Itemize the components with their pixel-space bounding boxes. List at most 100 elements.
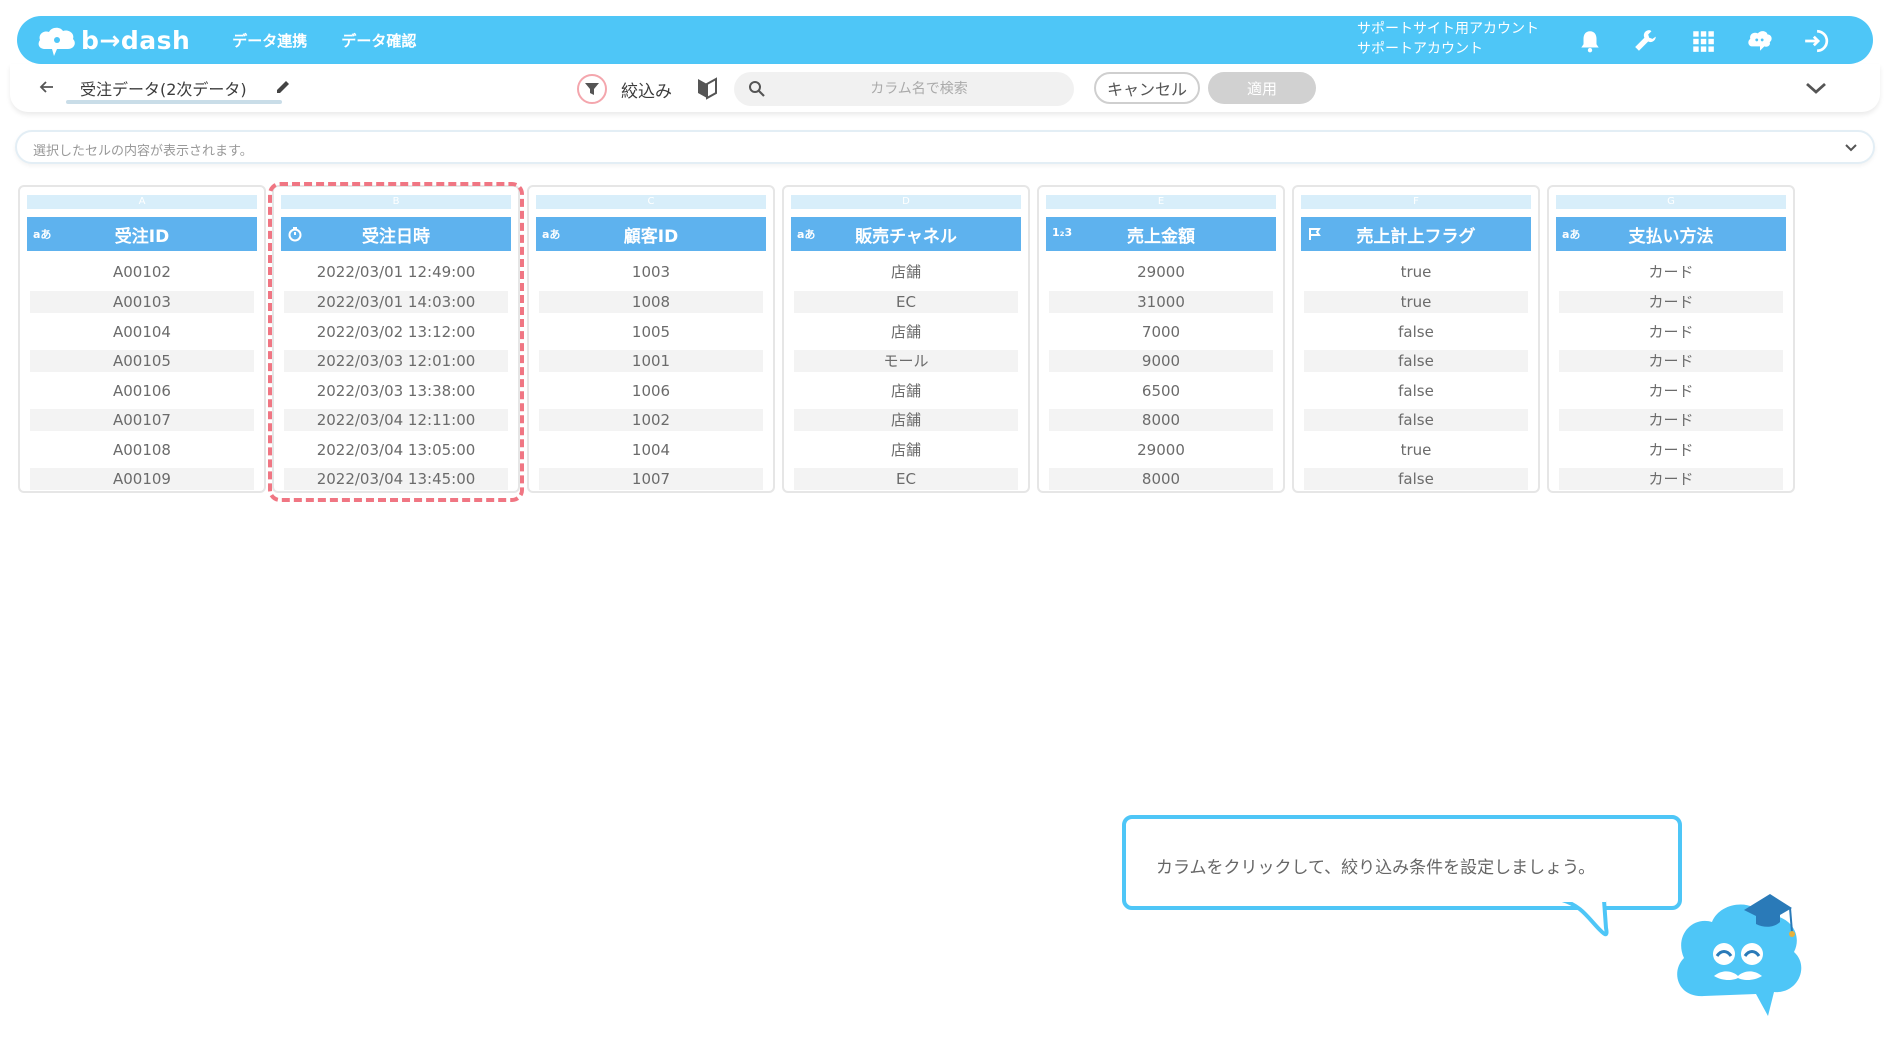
table-cell[interactable]: カード <box>1559 439 1783 461</box>
table-cell[interactable]: A00104 <box>30 321 254 343</box>
column-name: 支払い方法 <box>1628 226 1714 247</box>
dataset-name[interactable]: 受注データ(2次データ) <box>80 76 247 100</box>
table-cell[interactable]: 1006 <box>539 380 763 402</box>
table-cell[interactable]: false <box>1304 380 1528 402</box>
column-header[interactable]: aあ 受注ID <box>27 217 257 251</box>
cell-content-placeholder: 選択したセルの内容が表示されます。 <box>33 144 253 159</box>
column-f[interactable]: F 売上計上フラグ true true false false false false true… <box>1292 185 1540 493</box>
table-cell[interactable]: 店舗 <box>794 439 1018 461</box>
table-cell[interactable]: A00105 <box>30 350 254 372</box>
table-cell[interactable]: 1008 <box>539 291 763 313</box>
chevron-down-icon[interactable] <box>1843 141 1859 155</box>
table-cell[interactable]: 8000 <box>1049 468 1273 490</box>
chevron-down-icon[interactable] <box>1804 78 1828 98</box>
table-cell[interactable]: false <box>1304 350 1528 372</box>
nav-data-check[interactable]: データ確認 <box>341 30 416 51</box>
back-arrow-icon[interactable] <box>38 78 56 96</box>
filter-button[interactable] <box>577 74 607 104</box>
logo-text: b→dash <box>81 25 191 55</box>
column-header[interactable]: aあ 販売チャネル <box>791 217 1021 251</box>
column-header[interactable]: aあ 顧客ID <box>536 217 766 251</box>
table-cell[interactable]: 1005 <box>539 321 763 343</box>
wrench-icon[interactable] <box>1631 26 1661 56</box>
chat-icon[interactable] <box>1745 26 1775 56</box>
table-cell[interactable]: 8000 <box>1049 409 1273 431</box>
column-d[interactable]: Daあ 販売チャネル 店舗 EC 店舗 モール 店舗 店舗 店舗 EC <box>782 185 1030 493</box>
column-header[interactable]: aあ 支払い方法 <box>1556 217 1786 251</box>
table-cell[interactable]: モール <box>794 350 1018 372</box>
column-name: 顧客ID <box>623 226 679 247</box>
column-letter: D <box>791 195 1021 209</box>
search-box <box>734 72 1074 106</box>
nav-data-integration[interactable]: データ連携 <box>232 30 307 51</box>
column-letter: C <box>536 195 766 209</box>
table-cell[interactable]: カード <box>1559 468 1783 490</box>
tutorial-bubble: カラムをクリックして、絞り込み条件を設定しましょう。 <box>1122 815 1682 910</box>
table-cell[interactable]: true <box>1304 261 1528 283</box>
grid-icon[interactable] <box>1688 26 1718 56</box>
table-cell[interactable]: 1002 <box>539 409 763 431</box>
table-cell[interactable]: 6500 <box>1049 380 1273 402</box>
table-cell[interactable]: 1001 <box>539 350 763 372</box>
logout-icon[interactable] <box>1801 26 1831 56</box>
column-letter: G <box>1556 195 1786 209</box>
table-cell[interactable]: A00107 <box>30 409 254 431</box>
column-letter: E <box>1046 195 1276 209</box>
table-cell[interactable]: 店舗 <box>794 321 1018 343</box>
column-name: 売上計上フラグ <box>1356 226 1476 247</box>
table-cell[interactable]: A00108 <box>30 439 254 461</box>
column-header[interactable]: 売上計上フラグ <box>1301 217 1531 251</box>
table-cell[interactable]: 7000 <box>1049 321 1273 343</box>
table-cell[interactable]: A00103 <box>30 291 254 313</box>
pencil-icon[interactable] <box>274 78 292 96</box>
table-cell[interactable]: カード <box>1559 291 1783 313</box>
table-cell[interactable]: A00106 <box>30 380 254 402</box>
column-name: 受注ID <box>114 226 170 247</box>
column-e[interactable]: E 1₂3 売上金額 29000 31000 7000 9000 6500 8000 29000 8… <box>1037 185 1285 493</box>
column-c[interactable]: Caあ 顧客ID 1003 1008 1005 1001 1006 1002 1004 1007 <box>527 185 775 493</box>
flag-type-icon <box>1307 226 1323 245</box>
column-name: 販売チャネル <box>855 226 957 247</box>
table-cell[interactable]: 1007 <box>539 468 763 490</box>
table-cell[interactable]: 31000 <box>1049 291 1273 313</box>
toolbar: 受注データ(2次データ) 絞込み キャンセル 適用 <box>10 64 1880 112</box>
account-line1: サポートサイト用アカウント <box>1357 21 1539 37</box>
table-cell[interactable]: false <box>1304 409 1528 431</box>
logo[interactable]: b→dash <box>37 25 191 56</box>
type-icon: aあ <box>33 228 52 241</box>
column-g[interactable]: Gaあ 支払い方法 カード カード カード カード カード カード カード カード <box>1547 185 1795 493</box>
bell-icon[interactable] <box>1575 26 1605 56</box>
table-cell[interactable]: カード <box>1559 380 1783 402</box>
table-cell[interactable]: EC <box>794 291 1018 313</box>
table-cell[interactable]: A00109 <box>30 468 254 490</box>
table-cell[interactable]: 1003 <box>539 261 763 283</box>
table-cell[interactable]: 9000 <box>1049 350 1273 372</box>
table-cell[interactable]: 店舗 <box>794 380 1018 402</box>
table-cell[interactable]: false <box>1304 321 1528 343</box>
table-cell[interactable]: A00102 <box>30 261 254 283</box>
bubble-tail <box>1560 898 1609 937</box>
type-icon: aあ <box>797 228 816 241</box>
cell-content-bar[interactable]: 選択したセルの内容が表示されます。 <box>15 130 1875 164</box>
table-cell[interactable]: カード <box>1559 261 1783 283</box>
column-header[interactable]: 1₂3 売上金額 <box>1046 217 1276 251</box>
column-letter: A <box>27 195 257 209</box>
table-cell[interactable]: true <box>1304 291 1528 313</box>
beginner-mark-icon[interactable] <box>696 76 718 100</box>
table-cell[interactable]: カード <box>1559 321 1783 343</box>
table-cell[interactable]: 店舗 <box>794 261 1018 283</box>
column-a[interactable]: Aaあ 受注ID A00102 A00103 A00104 A00105 A00106 A00… <box>18 185 266 493</box>
table-cell[interactable]: false <box>1304 468 1528 490</box>
table-cell[interactable]: 29000 <box>1049 261 1273 283</box>
table-cell[interactable]: カード <box>1559 350 1783 372</box>
cancel-button[interactable]: キャンセル <box>1094 72 1200 104</box>
table-cell[interactable]: EC <box>794 468 1018 490</box>
apply-button[interactable]: 適用 <box>1208 72 1316 104</box>
table-cell[interactable]: 1004 <box>539 439 763 461</box>
table-cell[interactable]: カード <box>1559 409 1783 431</box>
table-cell[interactable]: 29000 <box>1049 439 1273 461</box>
table-cell[interactable]: 店舗 <box>794 409 1018 431</box>
column-search-input[interactable] <box>774 72 1064 106</box>
table-cell[interactable]: true <box>1304 439 1528 461</box>
account-info[interactable]: サポートサイト用アカウント サポートアカウント <box>1357 19 1539 59</box>
